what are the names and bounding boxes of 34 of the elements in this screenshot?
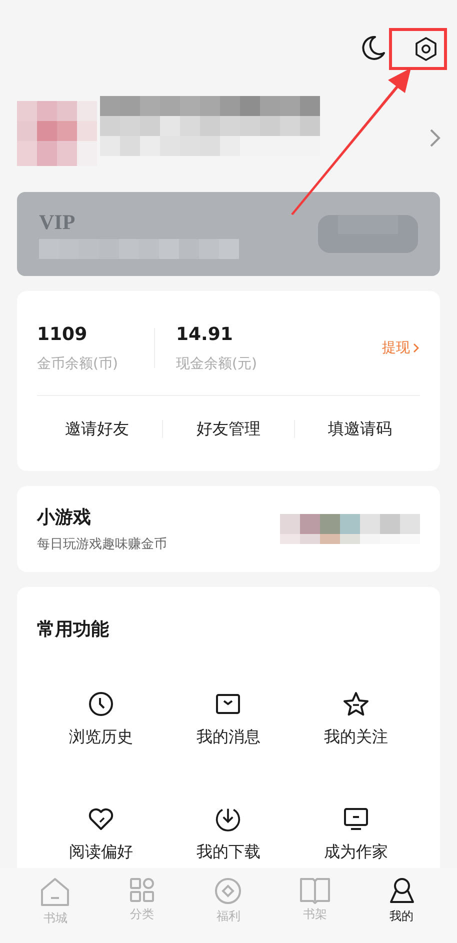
- balance-label: 现金余额(元): [176, 354, 258, 372]
- person-icon: [388, 876, 416, 906]
- balance-value: 1109: [37, 324, 88, 344]
- mini-games-subtitle: 每日玩游戏趣味赚金币: [37, 536, 167, 553]
- star-icon[interactable]: [342, 691, 370, 717]
- tab-button[interactable]: 我的: [372, 876, 432, 943]
- function-label[interactable]: 阅读偏好: [68, 842, 133, 863]
- moon-icon[interactable]: [360, 35, 386, 61]
- download-icon[interactable]: [215, 806, 242, 832]
- chevron-right-icon: [413, 343, 420, 353]
- function-label[interactable]: 成为作家: [324, 842, 388, 863]
- heart-icon[interactable]: [86, 806, 115, 832]
- settings-icon[interactable]: [414, 36, 438, 62]
- friend-action-button[interactable]: 邀请好友: [37, 418, 157, 440]
- diamond-circle-icon: [213, 876, 244, 906]
- book-icon: [299, 876, 332, 904]
- message-icon[interactable]: [215, 691, 242, 717]
- mini-games-card[interactable]: 小游戏 每日玩游戏趣味赚金币: [17, 486, 440, 572]
- monitor-icon[interactable]: [342, 806, 370, 832]
- function-label[interactable]: 浏览历史: [68, 727, 133, 748]
- category-grid-icon: [128, 876, 156, 904]
- chevron-right-icon[interactable]: [429, 128, 441, 148]
- function-label[interactable]: 我的消息: [196, 727, 260, 748]
- mini-games-title: 小游戏: [37, 506, 92, 529]
- section-title: 常用功能: [37, 618, 110, 641]
- function-label[interactable]: 我的下载: [196, 842, 260, 863]
- function-label[interactable]: 我的关注: [324, 727, 388, 748]
- friend-action-button[interactable]: 填邀请码: [300, 418, 420, 440]
- friend-action-button[interactable]: 好友管理: [168, 418, 288, 440]
- balance-value: 14.91: [176, 324, 234, 344]
- vip-title: VIP: [39, 210, 76, 234]
- highlight-box: [389, 28, 447, 70]
- balance-label: 金币余额(币): [37, 354, 119, 372]
- clock-icon[interactable]: [88, 691, 114, 717]
